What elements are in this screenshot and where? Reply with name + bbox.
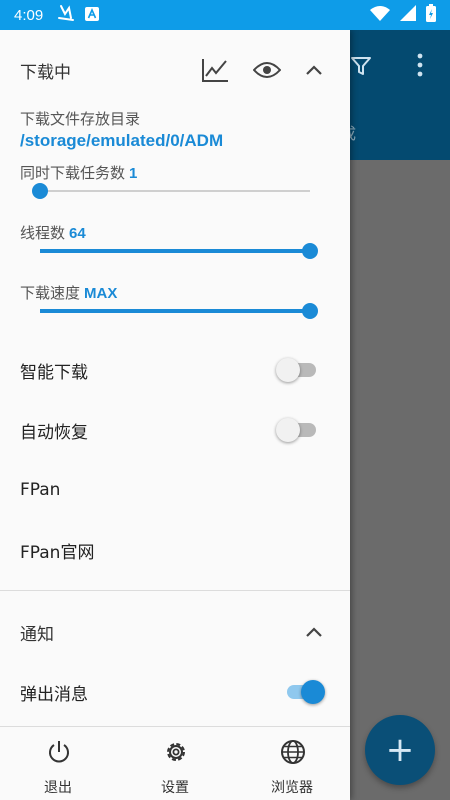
download-dir-label: 下载文件存放目录 [20, 110, 141, 128]
settings-button[interactable]: 设置 [117, 727, 233, 800]
fpan-label: FPan [20, 480, 61, 500]
navigation-drawer: 下载中 下载文件存放目录 /storage/emulated/0/ADM 同时下… [0, 30, 350, 800]
chevron-up-icon[interactable] [300, 618, 328, 646]
chevron-up-icon[interactable] [300, 56, 328, 84]
add-fab-button[interactable]: + [365, 715, 435, 785]
eye-icon[interactable] [253, 56, 281, 84]
downloading-title: 下载中 [20, 62, 71, 83]
background-toolbar [350, 30, 450, 160]
speed-label: 下载速度 MAX [20, 284, 118, 302]
more-vert-icon[interactable] [412, 52, 428, 78]
speed-slider[interactable] [40, 301, 318, 321]
drawer-bottom-nav: 退出 设置 浏览器 [0, 726, 350, 800]
auto-resume-toggle[interactable] [276, 416, 320, 444]
smart-download-toggle[interactable] [276, 356, 320, 384]
concurrent-tasks-slider[interactable] [32, 181, 310, 201]
auto-resume-label: 自动恢复 [20, 422, 88, 443]
concurrent-tasks-label: 同时下载任务数 1 [20, 164, 138, 182]
gear-icon [163, 739, 189, 765]
chart-icon[interactable] [201, 56, 229, 84]
divider [0, 590, 350, 591]
browser-label: 浏览器 [271, 780, 313, 796]
slider-thumb[interactable] [302, 243, 318, 259]
slider-thumb[interactable] [302, 303, 318, 319]
fpan-website-label: FPan官网 [20, 542, 95, 563]
concurrent-tasks-value: 1 [129, 165, 138, 182]
background-content [350, 160, 450, 800]
auto-resume-row[interactable]: 自动恢复 [0, 400, 350, 460]
signal-icon [400, 5, 416, 25]
status-bar: 4:09 [0, 0, 450, 30]
battery-charging-icon [426, 4, 436, 26]
popup-messages-row[interactable]: 弹出消息 [0, 662, 350, 722]
smart-download-row[interactable]: 智能下载 [0, 340, 350, 400]
slider-thumb[interactable] [32, 183, 48, 199]
a-badge-icon [85, 6, 100, 25]
threads-slider[interactable] [40, 241, 318, 261]
fpan-row[interactable]: FPan [0, 460, 350, 520]
popup-messages-toggle[interactable] [283, 678, 327, 706]
popup-messages-label: 弹出消息 [20, 684, 88, 705]
exit-label: 退出 [44, 780, 72, 796]
filter-icon[interactable] [349, 54, 373, 78]
download-dir-path[interactable]: /storage/emulated/0/ADM [20, 131, 223, 151]
downloading-header: 下载中 [0, 45, 350, 95]
notifications-title: 通知 [20, 624, 54, 645]
fpan-website-row[interactable]: FPan官网 [0, 520, 350, 580]
status-time: 4:09 [14, 6, 44, 24]
browser-button[interactable]: 浏览器 [234, 727, 350, 800]
globe-icon [280, 739, 306, 765]
power-icon [46, 739, 72, 765]
gesture-icon [57, 4, 77, 26]
notifications-header: 通知 [0, 607, 350, 657]
threads-value: 64 [69, 225, 86, 242]
exit-button[interactable]: 退出 [0, 727, 116, 800]
smart-download-label: 智能下载 [20, 362, 88, 383]
settings-label: 设置 [161, 780, 189, 796]
speed-value: MAX [84, 285, 118, 302]
wifi-icon [370, 5, 390, 25]
threads-label: 线程数 64 [20, 224, 86, 242]
